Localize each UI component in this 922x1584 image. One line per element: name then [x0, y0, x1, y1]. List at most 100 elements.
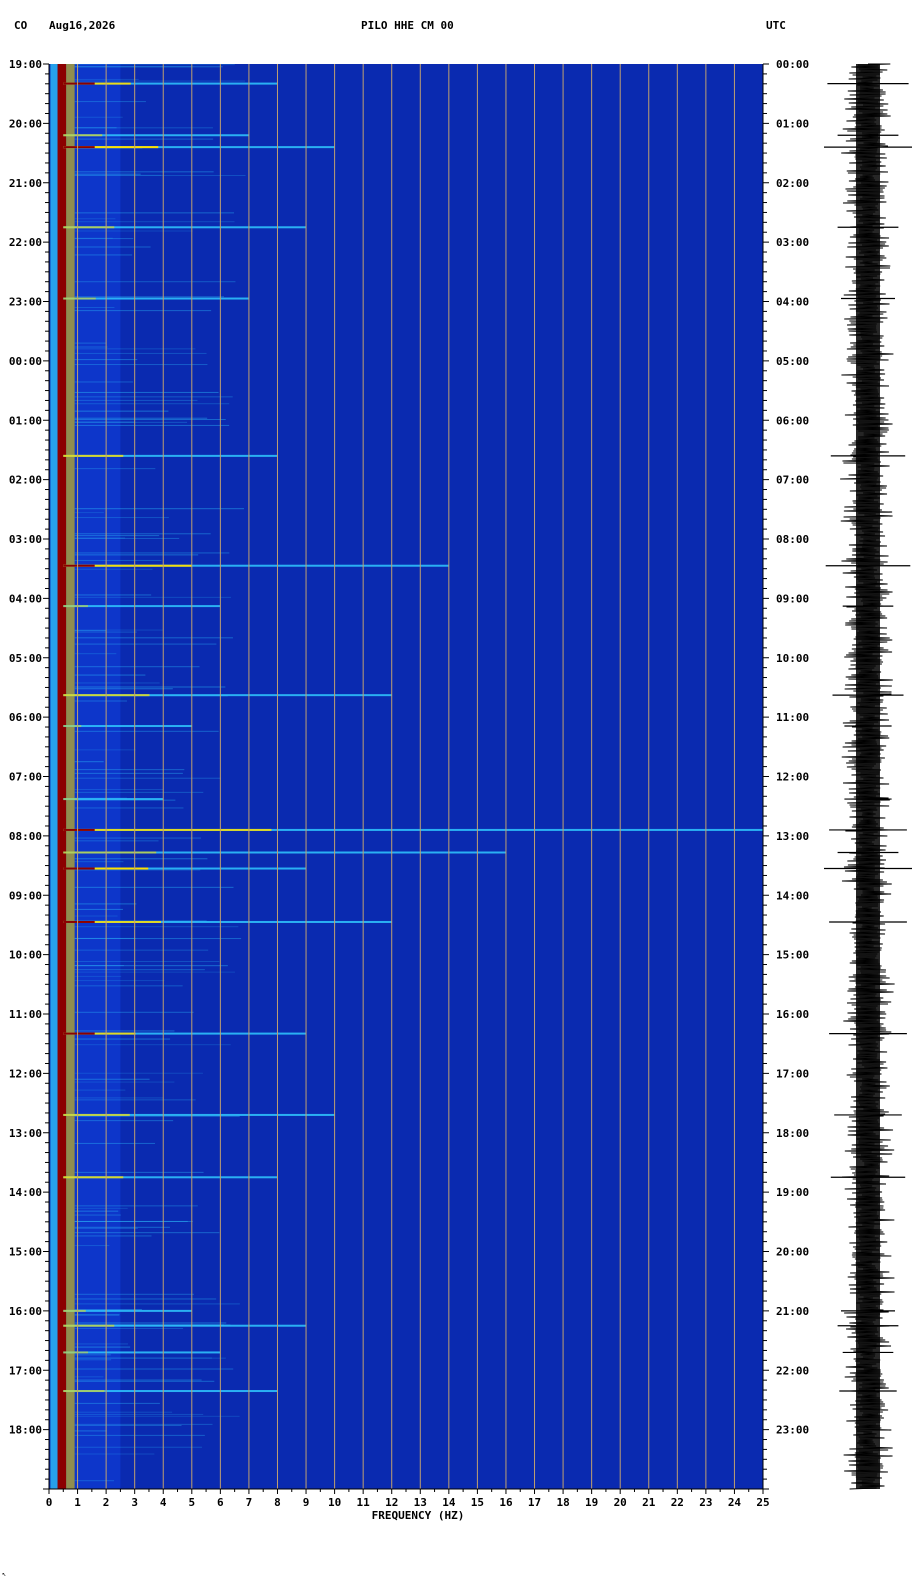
noise-streak [74, 666, 200, 668]
noise-streak [74, 171, 214, 173]
noise-streak [74, 552, 230, 554]
event-core [63, 1390, 105, 1393]
noise-streak [74, 630, 107, 632]
frequency-tick-label: 21 [642, 1496, 656, 1509]
left-time-label: 14:00 [9, 1186, 42, 1199]
left-time-label: 16:00 [9, 1305, 42, 1318]
noise-streak [74, 418, 226, 420]
frequency-tick-label: 5 [188, 1496, 195, 1509]
right-time-label: 09:00 [776, 592, 809, 605]
noise-streak [74, 218, 116, 220]
noise-streak [74, 971, 235, 973]
right-time-label: 21:00 [776, 1305, 809, 1318]
noise-streak [74, 64, 235, 66]
noise-streak [74, 1322, 227, 1324]
noise-streak [74, 80, 246, 82]
noise-streak [74, 468, 156, 470]
noise-streak [74, 517, 169, 519]
right-time-label: 13:00 [776, 830, 809, 843]
noise-streak [74, 78, 139, 80]
left-time-label: 07:00 [9, 771, 42, 784]
frequency-tick-label: 1 [74, 1496, 81, 1509]
noise-streak [74, 965, 228, 967]
noise-streak [74, 399, 198, 401]
noise-streak [74, 1430, 107, 1432]
noise-streak [74, 1207, 128, 1209]
right-time-label: 11:00 [776, 711, 809, 724]
left-time-label: 04:00 [9, 592, 42, 605]
spectrogram-chart: 19:00 20:00 21:00 22:00 23:00 00:00 01:00 02:00… [9, 58, 912, 1522]
noise-streak [74, 1232, 220, 1234]
right-time-label: 20:00 [776, 1246, 809, 1259]
noise-streak [74, 1402, 160, 1404]
event-core [63, 454, 124, 457]
frequency-tick-label: 11 [357, 1496, 371, 1509]
noise-streak [74, 533, 211, 535]
noise-streak [74, 1220, 193, 1222]
noise-streak [74, 596, 231, 598]
noise-streak [74, 908, 123, 910]
noise-streak [74, 1089, 126, 1091]
right-time-label: 22:00 [776, 1364, 809, 1377]
noise-streak [74, 1205, 198, 1207]
frequency-tick-label: 16 [499, 1496, 513, 1509]
noise-streak [74, 1327, 184, 1329]
noise-streak [74, 254, 133, 256]
noise-streak [74, 116, 123, 118]
noise-streak [74, 858, 208, 860]
noise-streak [74, 643, 217, 645]
right-time-label: 14:00 [776, 889, 809, 902]
event-peak [63, 146, 95, 149]
noise-streak [74, 840, 159, 842]
frequency-tick-label: 0 [46, 1496, 53, 1509]
left-time-label: 20:00 [9, 117, 42, 130]
noise-streak [74, 1424, 182, 1426]
noise-streak [74, 761, 104, 763]
right-time-label: 04:00 [776, 296, 809, 309]
noise-streak [74, 1376, 104, 1378]
noise-streak [74, 869, 201, 871]
noise-streak [74, 1235, 152, 1237]
right-time-label: 07:00 [776, 474, 809, 487]
noise-streak [74, 700, 127, 702]
noise-streak [74, 637, 233, 639]
noise-streak [74, 837, 202, 839]
corner-mark: ↖ [2, 1570, 7, 1578]
frequency-tick-label: 4 [160, 1496, 167, 1509]
left-time-label: 00:00 [9, 355, 42, 368]
noise-streak [74, 1368, 234, 1370]
noise-streak [74, 508, 244, 510]
noise-streak [74, 915, 118, 917]
low-frequency-edge [66, 64, 75, 1489]
low-frequency-halo [50, 64, 58, 1489]
noise-streak [74, 1411, 173, 1413]
noise-streak [74, 730, 219, 732]
noise-streak [74, 886, 234, 888]
frequency-tick-label: 8 [274, 1496, 281, 1509]
noise-streak [74, 1011, 194, 1013]
noise-streak [74, 1078, 150, 1080]
noise-streak [74, 807, 184, 809]
noise-streak [74, 926, 239, 928]
noise-streak [74, 1210, 119, 1212]
noise-streak [74, 568, 153, 570]
noise-streak [74, 246, 151, 248]
event-peak [63, 1032, 95, 1035]
noise-streak [74, 1097, 164, 1099]
noise-streak [74, 417, 208, 419]
frequency-tick-label: 24 [728, 1496, 742, 1509]
right-time-label: 05:00 [776, 355, 809, 368]
frequency-tick-label: 10 [328, 1496, 341, 1509]
noise-streak [74, 1226, 170, 1228]
frequency-tick-label: 19 [585, 1496, 598, 1509]
right-time-label: 12:00 [776, 771, 809, 784]
frequency-tick-label: 2 [103, 1496, 110, 1509]
left-time-label: 13:00 [9, 1127, 42, 1140]
noise-streak [74, 688, 173, 690]
noise-streak [74, 772, 183, 774]
event-line [63, 798, 164, 801]
noise-streak [74, 985, 183, 987]
noise-streak [74, 791, 204, 793]
event-core [63, 798, 78, 801]
right-time-label: 02:00 [776, 177, 809, 190]
